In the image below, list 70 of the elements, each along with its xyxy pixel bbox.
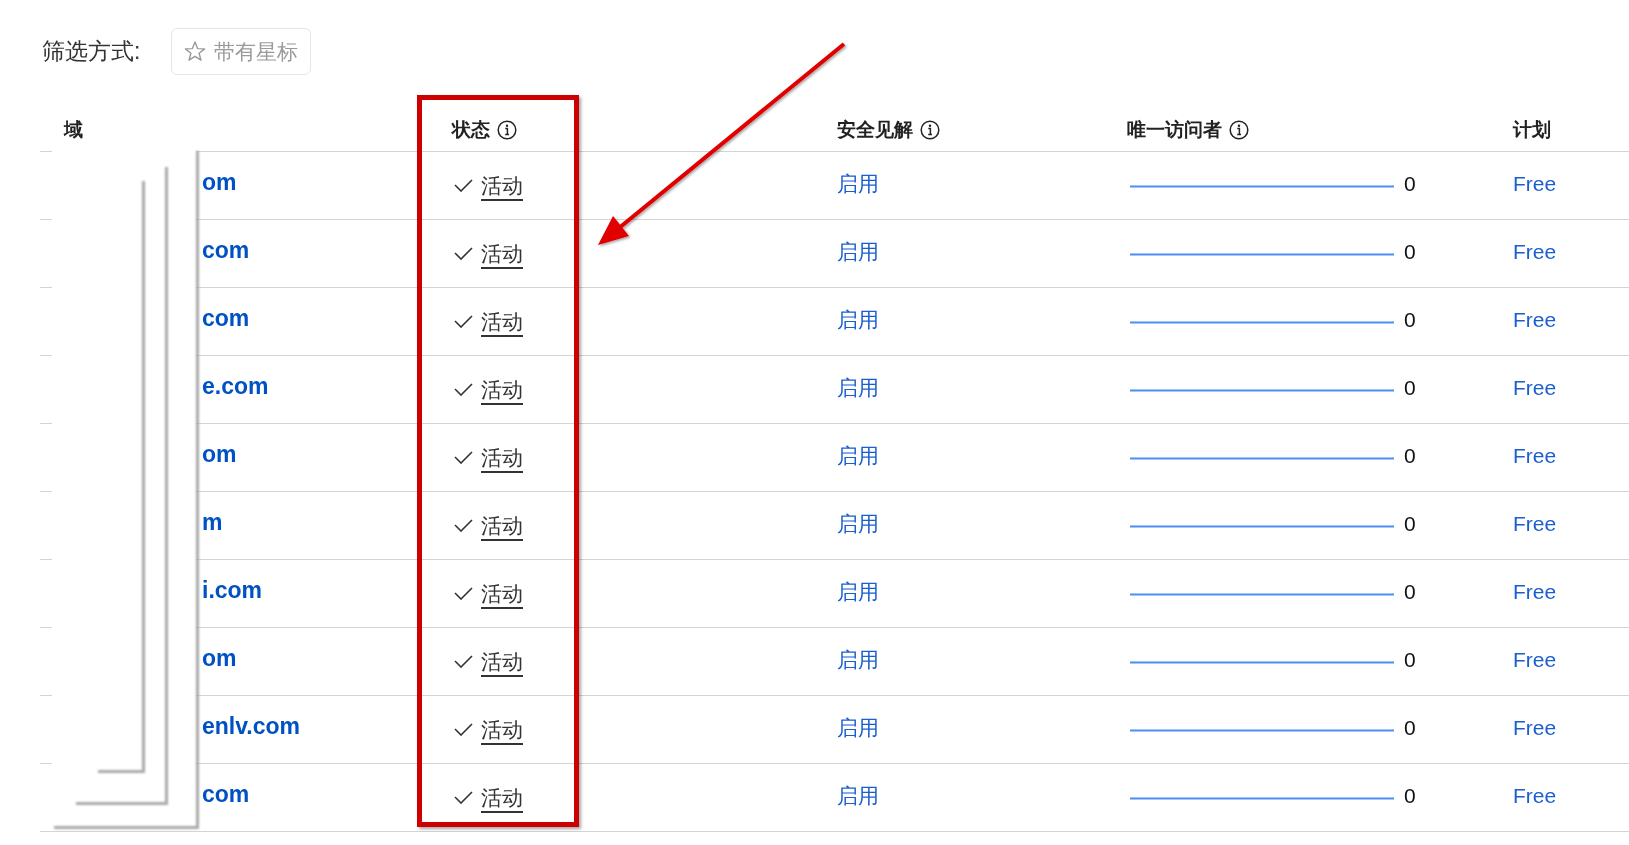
check-icon bbox=[454, 383, 473, 396]
status-link[interactable]: 活动 bbox=[481, 713, 523, 746]
check-icon bbox=[454, 791, 473, 804]
plan-link[interactable]: Free bbox=[1513, 171, 1557, 195]
security-insights-link[interactable]: 启用 bbox=[837, 783, 879, 807]
check-icon bbox=[454, 247, 473, 260]
plan-link[interactable]: Free bbox=[1513, 511, 1557, 535]
status-link[interactable]: 活动 bbox=[481, 441, 523, 474]
domain-link[interactable]: i.com bbox=[202, 577, 263, 604]
visitor-count: 0 bbox=[1404, 442, 1416, 469]
visitor-count: 0 bbox=[1404, 306, 1416, 333]
column-header: 状态 bbox=[452, 117, 490, 142]
visitor-count: 0 bbox=[1404, 510, 1416, 537]
column-header: 域 bbox=[64, 117, 83, 142]
visitor-count: 0 bbox=[1404, 646, 1416, 673]
security-insights-link[interactable]: 启用 bbox=[837, 375, 879, 399]
check-icon bbox=[454, 451, 473, 464]
column-header: 安全见解 bbox=[837, 117, 913, 142]
column-header: 计划 bbox=[1513, 117, 1551, 142]
status-link[interactable]: 活动 bbox=[481, 509, 523, 542]
visitor-count: 0 bbox=[1404, 578, 1416, 605]
security-insights-link[interactable]: 启用 bbox=[837, 579, 879, 603]
column-header: 唯一访问者 bbox=[1127, 117, 1222, 142]
domain-link[interactable]: m bbox=[202, 509, 223, 536]
status-link[interactable]: 活动 bbox=[481, 305, 523, 338]
check-icon bbox=[454, 179, 473, 192]
plan-link[interactable]: Free bbox=[1513, 239, 1557, 263]
status-link[interactable]: 活动 bbox=[481, 237, 523, 270]
status-link[interactable]: 活动 bbox=[481, 645, 523, 678]
check-icon bbox=[454, 655, 473, 668]
plan-link[interactable]: Free bbox=[1513, 307, 1557, 331]
plan-link[interactable]: Free bbox=[1513, 783, 1557, 807]
domain-link[interactable]: com bbox=[202, 237, 250, 264]
security-insights-link[interactable]: 启用 bbox=[837, 443, 879, 467]
plan-link[interactable]: Free bbox=[1513, 647, 1557, 671]
status-link[interactable]: 活动 bbox=[481, 781, 523, 814]
plan-link[interactable]: Free bbox=[1513, 579, 1557, 603]
security-insights-link[interactable]: 启用 bbox=[837, 715, 879, 739]
visitor-count: 0 bbox=[1404, 782, 1416, 809]
check-icon bbox=[454, 315, 473, 328]
domain-link[interactable]: com bbox=[202, 781, 250, 808]
visitor-count: 0 bbox=[1404, 374, 1416, 401]
plan-link[interactable]: Free bbox=[1513, 715, 1557, 739]
check-icon bbox=[454, 723, 473, 736]
security-insights-link[interactable]: 启用 bbox=[837, 171, 879, 195]
security-insights-link[interactable]: 启用 bbox=[837, 239, 879, 263]
security-insights-link[interactable]: 启用 bbox=[837, 307, 879, 331]
filter-label: 筛选方式: bbox=[42, 37, 141, 67]
domain-link[interactable]: e.com bbox=[202, 373, 269, 400]
security-insights-link[interactable]: 启用 bbox=[837, 647, 879, 671]
visitor-count: 0 bbox=[1404, 714, 1416, 741]
plan-link[interactable]: Free bbox=[1513, 443, 1557, 467]
status-link[interactable]: 活动 bbox=[481, 373, 523, 406]
security-insights-link[interactable]: 启用 bbox=[837, 511, 879, 535]
status-link[interactable]: 活动 bbox=[481, 577, 523, 610]
domain-link[interactable]: om bbox=[202, 645, 237, 672]
domain-link[interactable]: enlv.com bbox=[202, 713, 300, 740]
check-icon bbox=[454, 587, 473, 600]
info-icon[interactable] bbox=[497, 119, 517, 140]
status-link[interactable]: 活动 bbox=[481, 169, 523, 202]
plan-link[interactable]: Free bbox=[1513, 375, 1557, 399]
visitor-count: 0 bbox=[1404, 238, 1416, 265]
domain-link[interactable]: com bbox=[202, 305, 250, 332]
domain-link[interactable]: om bbox=[202, 169, 237, 196]
domain-link[interactable]: om bbox=[202, 441, 237, 468]
check-icon bbox=[454, 519, 473, 532]
star-icon bbox=[184, 41, 207, 62]
info-icon[interactable] bbox=[920, 119, 940, 140]
info-icon[interactable] bbox=[1229, 119, 1249, 140]
visitor-count: 0 bbox=[1404, 170, 1416, 197]
